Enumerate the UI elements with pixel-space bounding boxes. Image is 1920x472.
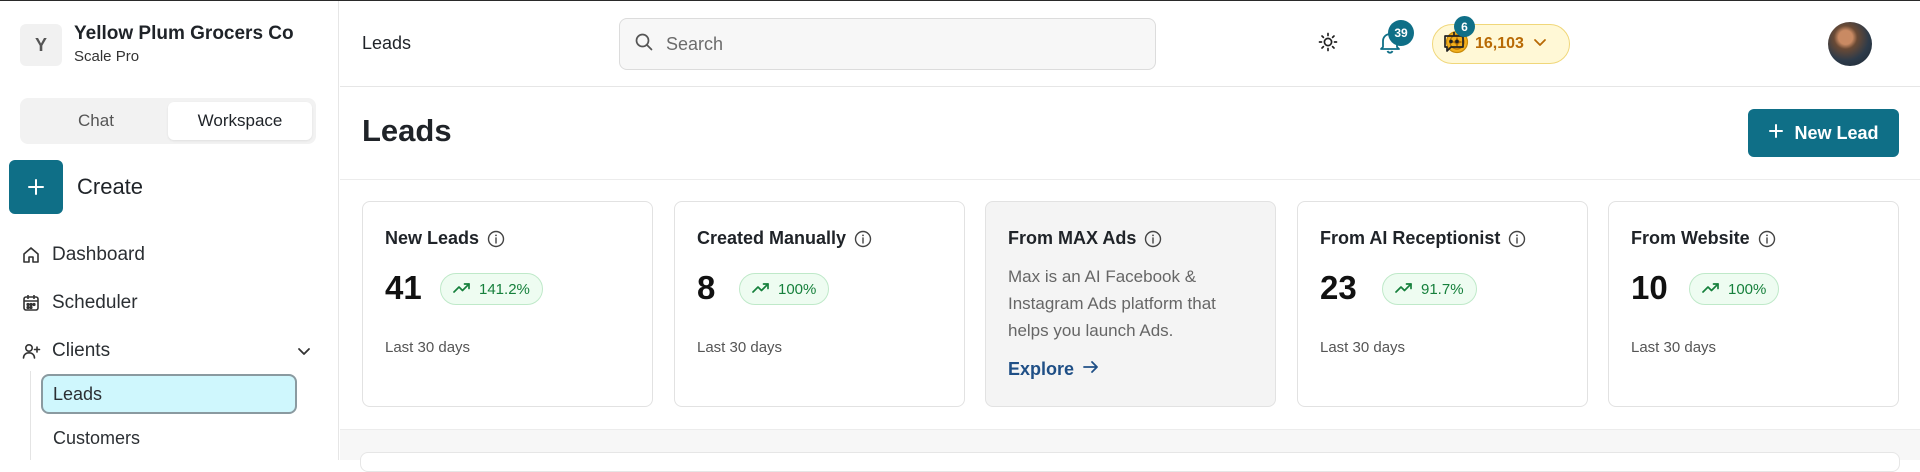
stat-card-created-manually[interactable]: Created Manually 8 100% Last 30 days [674, 201, 965, 407]
trend-up-icon [752, 281, 770, 298]
mode-switch: Chat Workspace [20, 98, 316, 144]
card-period: Last 30 days [385, 339, 471, 356]
info-icon[interactable] [1758, 230, 1776, 248]
card-value: 41 [385, 269, 422, 306]
card-value: 23 [1320, 269, 1357, 306]
create-button[interactable]: Create [9, 160, 143, 214]
sidebar-item-leads[interactable]: Leads [41, 374, 297, 414]
stat-card-ai-receptionist[interactable]: From AI Receptionist 23 91.7% Last 30 da… [1297, 201, 1588, 407]
sidebar-item-customers[interactable]: Customers [41, 418, 297, 458]
change-value: 141.2% [479, 280, 530, 298]
info-icon[interactable] [1144, 230, 1162, 248]
card-title: From Website [1631, 228, 1750, 248]
card-title: From AI Receptionist [1320, 228, 1501, 248]
explore-label: Explore [1008, 359, 1075, 379]
search-icon [634, 32, 654, 57]
change-value: 100% [778, 280, 817, 298]
change-badge: 100% [1689, 273, 1780, 305]
card-period: Last 30 days [1631, 339, 1717, 356]
change-badge: 91.7% [1382, 273, 1477, 305]
promo-description: Max is an AI Facebook & Instagram Ads pl… [1008, 267, 1216, 340]
nav-tree-line [30, 371, 31, 460]
sidebar-item-label: Scheduler [52, 292, 138, 313]
calendar-icon [20, 292, 42, 314]
chat-tab[interactable]: Chat [24, 102, 168, 140]
chevron-down-icon [1532, 34, 1548, 55]
search-input[interactable] [666, 33, 1126, 55]
notifications-button[interactable]: 39 [1376, 20, 1414, 58]
stat-card-from-website[interactable]: From Website 10 100% Last 30 days [1608, 201, 1899, 407]
org-plan: Scale Pro [74, 48, 140, 65]
card-value: 10 [1631, 269, 1668, 306]
org-name: Yellow Plum Grocers Co [74, 23, 294, 44]
content-area [340, 429, 1920, 472]
change-badge: 100% [739, 273, 830, 305]
change-value: 91.7% [1421, 280, 1464, 298]
plus-icon [1768, 123, 1784, 144]
page-title: Leads [362, 113, 452, 148]
info-icon[interactable] [854, 230, 872, 248]
arrow-right-icon [1082, 359, 1100, 380]
chevron-down-icon[interactable] [296, 343, 312, 364]
org-switcher[interactable]: Y Yellow Plum Grocers Co Scale Pro [20, 23, 294, 67]
workspace-tab[interactable]: Workspace [168, 102, 312, 140]
card-period: Last 30 days [1320, 339, 1406, 356]
sun-icon [1317, 31, 1339, 58]
stat-card-new-leads[interactable]: New Leads 41 141.2% Last 30 days [362, 201, 653, 407]
card-title: Created Manually [697, 228, 847, 248]
explore-link[interactable]: Explore [1008, 359, 1100, 380]
section-divider [340, 179, 1920, 180]
create-label: Create [77, 174, 144, 199]
user-avatar[interactable] [1828, 22, 1872, 66]
change-badge: 141.2% [440, 273, 543, 305]
app-window: Y Yellow Plum Grocers Co Scale Pro Chat … [0, 0, 1920, 472]
breadcrumb: Leads [362, 33, 412, 53]
sidebar-item-label: Clients [52, 340, 111, 361]
trend-up-icon [453, 281, 471, 298]
new-lead-label: New Lead [1794, 122, 1879, 143]
promo-card-max-ads: From MAX Ads Max is an AI Facebook & Ins… [985, 201, 1276, 407]
message-count-badge: 6 [1454, 16, 1475, 37]
home-icon [20, 244, 42, 266]
info-icon[interactable] [487, 230, 505, 248]
sidebar-item-scheduler[interactable]: Scheduler [20, 292, 138, 314]
search-bar[interactable] [619, 18, 1156, 70]
trend-up-icon [1395, 281, 1413, 298]
theme-toggle-button[interactable] [1314, 30, 1342, 58]
sidebar-item-clients[interactable]: Clients [20, 340, 110, 362]
notification-count-badge: 39 [1388, 20, 1414, 46]
top-bar: Leads 16,103 39 [340, 1, 1920, 87]
messages-button[interactable]: 6 [1440, 16, 1475, 58]
plus-icon [9, 160, 63, 214]
card-period: Last 30 days [697, 339, 783, 356]
credits-value: 16,103 [1475, 35, 1524, 52]
trend-up-icon [1702, 281, 1720, 298]
card-title: From MAX Ads [1008, 228, 1137, 248]
card-title: New Leads [385, 228, 480, 248]
user-plus-icon [20, 340, 42, 362]
sidebar: Y Yellow Plum Grocers Co Scale Pro Chat … [0, 1, 339, 460]
card-value: 8 [697, 269, 716, 306]
sidebar-item-dashboard[interactable]: Dashboard [20, 244, 145, 266]
change-value: 100% [1728, 280, 1767, 298]
table-panel [360, 452, 1900, 472]
new-lead-button[interactable]: New Lead [1748, 109, 1899, 157]
info-icon[interactable] [1508, 230, 1526, 248]
sidebar-item-label: Dashboard [52, 244, 145, 265]
org-avatar: Y [20, 24, 62, 66]
